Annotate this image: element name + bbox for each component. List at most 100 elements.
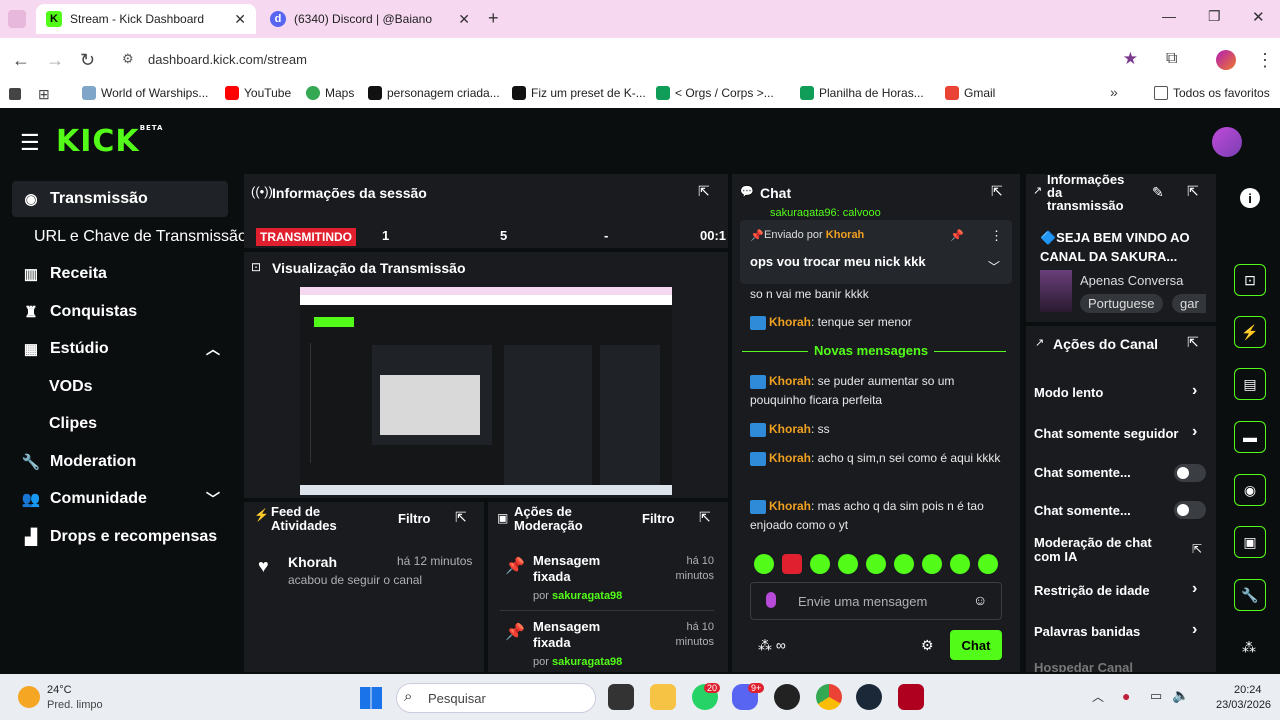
tab-discord[interactable]: d (6340) Discord | @Baiano ✕: [260, 4, 480, 34]
chat-tools-icon[interactable]: ⁂ ∞: [758, 637, 786, 654]
emote-icon[interactable]: [894, 554, 914, 574]
category-name[interactable]: Apenas Conversa: [1080, 273, 1183, 288]
edit-pencil-icon[interactable]: ✎: [1152, 184, 1164, 201]
windows-start-icon[interactable]: [360, 687, 382, 709]
external-link-icon[interactable]: ⇱: [1192, 542, 1202, 556]
expand-icon[interactable]: ⇱: [991, 183, 1003, 200]
weather-icon[interactable]: [18, 686, 40, 708]
bookmark-orgs[interactable]: < Orgs / Corps >...: [656, 86, 774, 100]
tab-kick-dashboard[interactable]: K Stream - Kick Dashboard ✕: [36, 4, 256, 34]
all-bookmarks-folder[interactable]: Todos os favoritos: [1154, 86, 1270, 100]
sidebar-toggle-icon[interactable]: [9, 88, 21, 100]
restore-icon[interactable]: ❐: [1208, 8, 1221, 25]
feed-filter-button[interactable]: Filtro: [398, 511, 431, 526]
expand-icon[interactable]: ⇱: [455, 509, 467, 526]
taskbar-search[interactable]: [396, 683, 596, 713]
chat-settings-icon[interactable]: ⚙: [921, 637, 934, 654]
screenshot-icon[interactable]: ⊡: [1234, 264, 1266, 296]
kick-logo[interactable]: KICKBETA: [56, 124, 163, 159]
back-icon[interactable]: ←: [12, 50, 30, 71]
sidebar-item-estudio[interactable]: ▦ Estúdio ︿: [12, 331, 228, 367]
tag-pill[interactable]: gar: [1172, 294, 1206, 313]
sidebar-item-moderation[interactable]: 🔧 Moderation: [12, 444, 228, 480]
bookmark-maps[interactable]: Maps: [306, 86, 354, 100]
bookmark-youtube[interactable]: YouTube: [225, 86, 291, 100]
microphone-icon[interactable]: [766, 592, 776, 608]
tray-chevron-icon[interactable]: ︿: [1092, 688, 1104, 705]
weather-text[interactable]: Pred. limpo: [47, 699, 103, 711]
emote-icon[interactable]: [810, 554, 830, 574]
chevron-right-icon[interactable]: ›: [1192, 580, 1197, 598]
expand-icon[interactable]: ⇱: [1187, 183, 1199, 200]
clock-time[interactable]: 20:24: [1234, 684, 1262, 696]
bookmark-warships[interactable]: World of Warships...: [82, 86, 208, 100]
action-banned-words[interactable]: Palavras banidas: [1034, 624, 1204, 639]
toggle-switch[interactable]: [1174, 464, 1206, 482]
tab-overview-icon[interactable]: [8, 10, 26, 28]
menu-kebab-icon[interactable]: ⋮: [1256, 50, 1274, 71]
sidebar-item-transmissao[interactable]: ◉ Transmissão: [12, 181, 228, 217]
more-bookmarks-icon[interactable]: »: [1110, 84, 1118, 100]
extensions-icon[interactable]: ⧉: [1166, 50, 1177, 68]
user-avatar[interactable]: [1212, 127, 1242, 157]
sidebar-item-comunidade[interactable]: 👥 Comunidade ﹀: [12, 481, 228, 517]
chat-icon[interactable]: ▬: [1234, 421, 1266, 453]
mod-filter-button[interactable]: Filtro: [642, 511, 675, 526]
feed-user[interactable]: Khorah: [288, 554, 337, 570]
bookmark-planilha[interactable]: Planilha de Horas...: [800, 86, 924, 100]
adobe-icon[interactable]: [898, 684, 924, 710]
hamburger-menu-icon[interactable]: ☰: [20, 130, 40, 156]
emote-icon[interactable]: [922, 554, 942, 574]
bookmark-tiktok-1[interactable]: personagem criada...: [368, 86, 500, 100]
chevron-right-icon[interactable]: ›: [1192, 621, 1197, 639]
emote-icon[interactable]: [838, 554, 858, 574]
emote-icon[interactable]: [978, 554, 998, 574]
apps-icon[interactable]: ⁂: [1242, 639, 1256, 656]
new-tab-button[interactable]: +: [488, 8, 499, 29]
app-icon[interactable]: [774, 684, 800, 710]
emote-icon[interactable]: [950, 554, 970, 574]
emote-icon[interactable]: [866, 554, 886, 574]
expand-icon[interactable]: ⇱: [699, 509, 711, 526]
bookmark-star-icon[interactable]: ★: [1123, 49, 1138, 69]
microphone-tray-icon[interactable]: ●: [1122, 688, 1130, 704]
document-icon[interactable]: ▤: [1234, 368, 1266, 400]
minimize-icon[interactable]: —: [1162, 8, 1176, 24]
file-explorer-icon[interactable]: [650, 684, 676, 710]
lightning-icon[interactable]: ⚡: [1234, 316, 1266, 348]
bookmark-gmail[interactable]: Gmail: [945, 86, 995, 100]
emote-icon[interactable]: [754, 554, 774, 574]
emote-icon[interactable]: [782, 554, 802, 574]
volume-icon[interactable]: 🔈: [1172, 687, 1189, 704]
profile-avatar[interactable]: [1216, 50, 1236, 70]
close-tab-icon[interactable]: ✕: [458, 11, 470, 28]
stream-preview-video[interactable]: [300, 287, 672, 495]
action-age-restriction[interactable]: Restrição de idade: [1034, 583, 1204, 598]
sidebar-item-vods[interactable]: VODs: [12, 369, 228, 405]
window-close-icon[interactable]: ✕: [1252, 8, 1265, 26]
layout-icon[interactable]: ▣: [1234, 526, 1266, 558]
network-icon[interactable]: ▭: [1150, 688, 1162, 704]
sidebar-item-clipes[interactable]: Clipes: [12, 406, 228, 442]
chat-send-button[interactable]: Chat: [950, 630, 1002, 660]
tag-pill[interactable]: Portuguese: [1080, 294, 1163, 313]
sidebar-item-receita[interactable]: ▥ Receita: [12, 256, 228, 292]
toggle-switch[interactable]: [1174, 501, 1206, 519]
expand-icon[interactable]: ⇱: [1187, 334, 1199, 351]
weather-temp[interactable]: 24°C: [47, 684, 72, 696]
bookmark-tiktok-2[interactable]: Fiz um preset de K-...: [512, 86, 646, 100]
steam-icon[interactable]: [856, 684, 882, 710]
pinned-menu-icon[interactable]: ⋮: [990, 228, 1003, 244]
emoji-icon[interactable]: ☺: [973, 592, 987, 608]
sidebar-item-conquistas[interactable]: ♜ Conquistas: [12, 294, 228, 330]
site-info-icon[interactable]: ⚙: [122, 51, 134, 67]
apps-grid-icon[interactable]: ⊞: [38, 86, 50, 103]
reload-icon[interactable]: ↻: [80, 50, 95, 71]
unpin-icon[interactable]: 📌: [950, 229, 964, 242]
forward-icon[interactable]: →: [46, 50, 64, 71]
action-followers-only[interactable]: Chat somente seguidor: [1034, 426, 1186, 441]
clock-date[interactable]: 23/03/2026: [1216, 699, 1271, 711]
collapse-pinned-icon[interactable]: ﹀: [988, 258, 1000, 275]
wrench-icon[interactable]: 🔧: [1234, 579, 1266, 611]
action-slow-mode[interactable]: Modo lento: [1034, 385, 1204, 400]
